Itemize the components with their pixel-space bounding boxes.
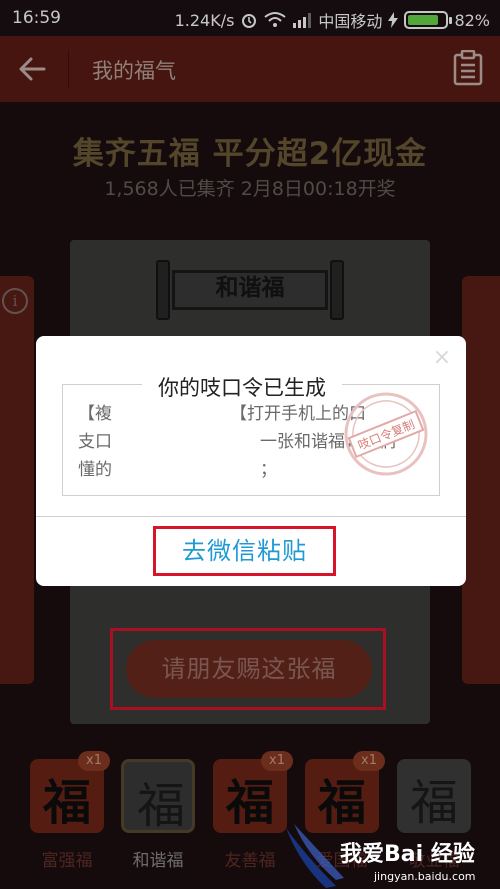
redacted-area: [112, 403, 230, 425]
code-text-part: ；: [260, 460, 277, 480]
copy-stamp-icon: 吱口令复制: [344, 392, 428, 476]
redacted-area: [112, 431, 260, 453]
close-icon[interactable]: ×: [432, 347, 452, 369]
code-text-part: 【複: [78, 404, 112, 424]
watermark-url: jingyan.baidu.com: [374, 870, 476, 883]
dialog-title: 你的吱口令已生成: [142, 372, 342, 402]
dialog-divider: [36, 516, 466, 517]
paste-to-wechat-button[interactable]: 去微信粘贴: [153, 526, 336, 576]
baidu-watermark: 我爱Bai 经验 jingyan.baidu.com: [286, 816, 500, 889]
redacted-area: [112, 459, 260, 481]
code-text-part: 支口: [78, 432, 112, 452]
code-text-part: 懂的: [78, 460, 112, 480]
share-code-dialog: × 你的吱口令已生成 【複 【打开手机上的口 支口 一张和谐福，你们 懂的； 吱口令…: [36, 336, 466, 586]
watermark-text: 我爱Bai 经验: [340, 842, 475, 867]
